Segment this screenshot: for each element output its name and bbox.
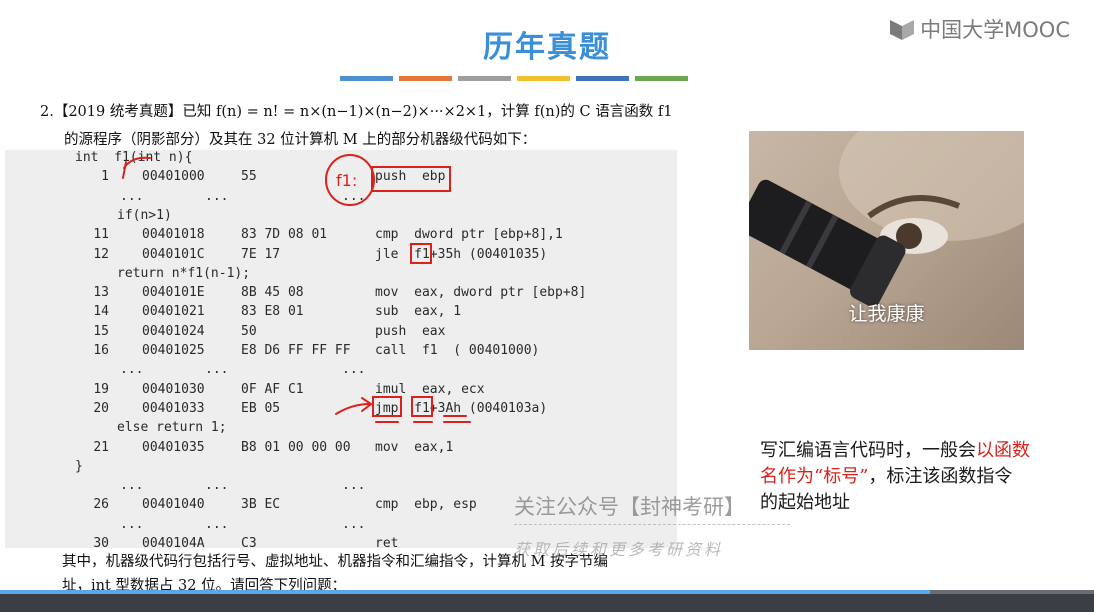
note-part-1: 写汇编语言代码时，一般会: [760, 440, 976, 461]
source-code: else return 1;: [117, 420, 227, 435]
virtual-address: 0040101E: [142, 285, 205, 300]
machine-code: 3B EC: [241, 497, 281, 512]
ellipsis: ...: [342, 517, 366, 532]
line-number: 20: [93, 401, 109, 416]
assembly-instruction: jmp f1+3Ah (0040103a): [375, 401, 548, 416]
line-number: 21: [93, 440, 109, 455]
assembly-instruction: push eax: [375, 324, 446, 339]
ellipsis: ...: [205, 517, 229, 532]
ellipsis: ...: [205, 362, 229, 377]
watermark-divider: [514, 524, 790, 525]
line-number: 1: [101, 169, 109, 184]
virtual-address: 00401024: [142, 324, 205, 339]
machine-code: C3: [241, 536, 257, 548]
ellipsis: ...: [342, 362, 366, 377]
source-code: if(n>1): [117, 208, 172, 223]
assembly-instruction: cmp ebp, esp: [375, 497, 477, 512]
accent-bar: [635, 76, 688, 81]
assembly-instruction: imul eax, ecx: [375, 382, 485, 397]
accent-bars: [340, 76, 688, 81]
machine-code: E8 D6 FF FF FF: [241, 343, 351, 358]
mooc-logo: 中国大学MOOC: [888, 14, 1070, 44]
video-progress-bar[interactable]: [0, 590, 1094, 594]
ellipsis: ...: [120, 362, 144, 377]
assembly-instruction: jle f1+35h (00401035): [375, 247, 548, 262]
virtual-address: 00401035: [142, 440, 205, 455]
machine-code: 50: [241, 324, 257, 339]
accent-bar: [458, 76, 511, 81]
line-number: 16: [93, 343, 109, 358]
question-text: 2.【2019 统考真题】已知 f(n) = n! = n×(n−1)×(n−2…: [40, 98, 700, 154]
line-number: 19: [93, 382, 109, 397]
line-number: 13: [93, 285, 109, 300]
line-number: 11: [93, 227, 109, 242]
accent-bar: [340, 76, 393, 81]
ellipsis: ...: [120, 478, 144, 493]
virtual-address: 00401030: [142, 382, 205, 397]
watermark-text: 关注公众号【封神考研】: [514, 495, 745, 519]
code-listing: int f1(int n){ 1 00401000 55 push ebp......…: [5, 150, 677, 548]
virtual-address: 00401018: [142, 227, 205, 242]
assembly-instruction: call f1 ( 00401000): [375, 343, 540, 358]
line-number: 15: [93, 324, 109, 339]
source-code: return n*f1(n-1);: [117, 266, 251, 281]
virtual-address: 00401021: [142, 304, 205, 319]
code-header-text: int f1(int n){: [75, 150, 193, 165]
virtual-address: 00401000: [142, 169, 205, 184]
line-number: 14: [93, 304, 109, 319]
machine-code: 7E 17: [241, 247, 281, 262]
question-line-1: 2.【2019 统考真题】已知 f(n) = n! = n×(n−1)×(n−2…: [40, 104, 673, 120]
line-number: 26: [93, 497, 109, 512]
accent-bar: [399, 76, 452, 81]
machine-code: 8B 45 08: [241, 285, 304, 300]
video-progress-fill: [0, 590, 930, 594]
line-number: 30: [93, 536, 109, 548]
assembly-instruction: push ebp: [375, 169, 446, 184]
machine-code: 83 E8 01: [241, 304, 304, 319]
accent-bar: [576, 76, 629, 81]
ellipsis: ...: [205, 189, 229, 204]
virtual-address: 0040104A: [142, 536, 205, 548]
machine-code: 0F AF C1: [241, 382, 304, 397]
watermark-subtext: 获取后续和更多考研资料: [514, 540, 724, 559]
machine-code: EB 05: [241, 401, 281, 416]
virtual-address: 0040101C: [142, 247, 205, 262]
machine-code: B8 01 00 00 00: [241, 440, 351, 455]
machine-code: 83 7D 08 01: [241, 227, 328, 242]
meme-image: 让我康康: [749, 131, 1024, 350]
virtual-address: 00401033: [142, 401, 205, 416]
assembly-instruction: mov eax,1: [375, 440, 454, 455]
ellipsis: ...: [342, 478, 366, 493]
ellipsis: ...: [205, 478, 229, 493]
ellipsis: ...: [120, 517, 144, 532]
virtual-address: 00401040: [142, 497, 205, 512]
virtual-address: 00401025: [142, 343, 205, 358]
ellipsis: ...: [120, 189, 144, 204]
assembly-instruction: cmp dword ptr [ebp+8],1: [375, 227, 563, 242]
assembly-instruction: sub eax, 1: [375, 304, 462, 319]
mooc-logo-icon: [890, 20, 915, 40]
line-number: 12: [93, 247, 109, 262]
accent-bar: [517, 76, 570, 81]
closing-brace: }: [75, 459, 83, 474]
logo-text: 中国大学MOOC: [920, 18, 1070, 42]
explanation-note: 写汇编语言代码时，一般会以函数名作为“标号”，标注该函数指令的起始地址: [760, 438, 1030, 516]
assembly-instruction: mov eax, dword ptr [ebp+8]: [375, 285, 587, 300]
meme-caption: 让我康康: [848, 303, 925, 325]
assembly-instruction: ret: [375, 536, 399, 548]
code-header: int f1(int n){: [5, 150, 192, 169]
ellipsis: ...: [342, 189, 366, 204]
machine-code: 55: [241, 169, 257, 184]
